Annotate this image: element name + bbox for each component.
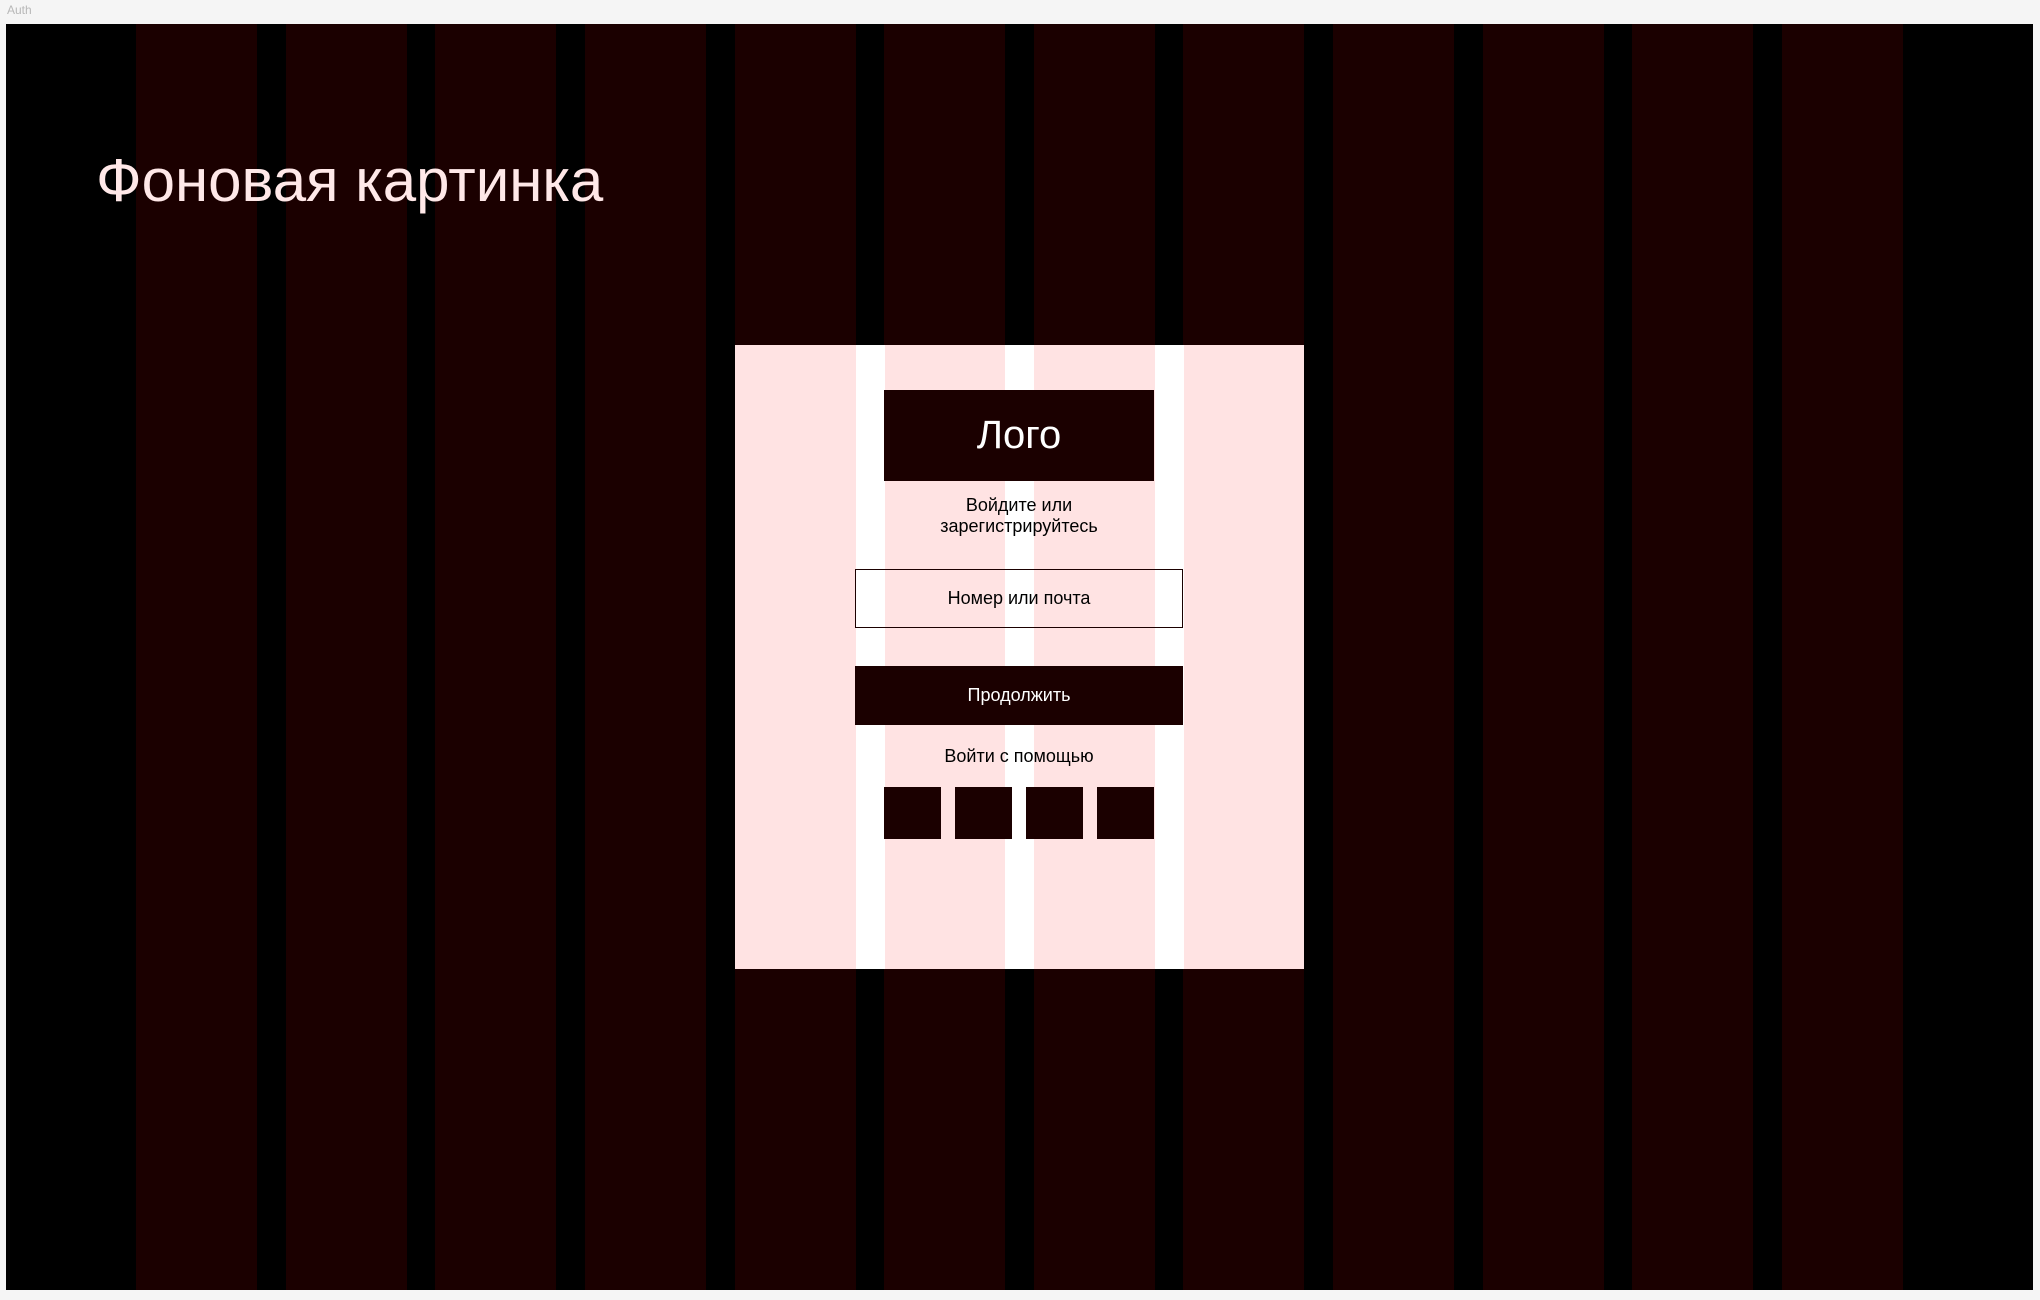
card-gutter: [856, 345, 885, 969]
card-gutter: [1155, 345, 1184, 969]
auth-prompt-line1: Войдите или: [965, 495, 1073, 515]
auth-frame: Фоновая картинка Лого Войдите или зареги…: [6, 24, 2033, 1290]
social-button-1[interactable]: [884, 787, 941, 839]
social-login-label: Войти с помощью: [944, 746, 1094, 766]
frame-label: Auth: [7, 3, 32, 17]
auth-prompt: Войдите или зарегистрируйтесь: [855, 495, 1183, 537]
grid-column: [1333, 24, 1454, 1290]
logo: Лого: [884, 390, 1154, 481]
social-button-2[interactable]: [955, 787, 1012, 839]
grid-column: [1782, 24, 1903, 1290]
continue-button[interactable]: Продолжить: [855, 666, 1183, 725]
social-button-3[interactable]: [1026, 787, 1083, 839]
background-title: Фоновая картинка: [96, 147, 604, 214]
auth-card: Лого Войдите или зарегистрируйтесь Продо…: [735, 345, 1304, 969]
phone-or-email-input[interactable]: [855, 569, 1183, 628]
grid-column: [1632, 24, 1753, 1290]
grid-column: [1483, 24, 1604, 1290]
social-button-4[interactable]: [1097, 787, 1154, 839]
auth-prompt-line2: зарегистрируйтесь: [940, 516, 1098, 536]
